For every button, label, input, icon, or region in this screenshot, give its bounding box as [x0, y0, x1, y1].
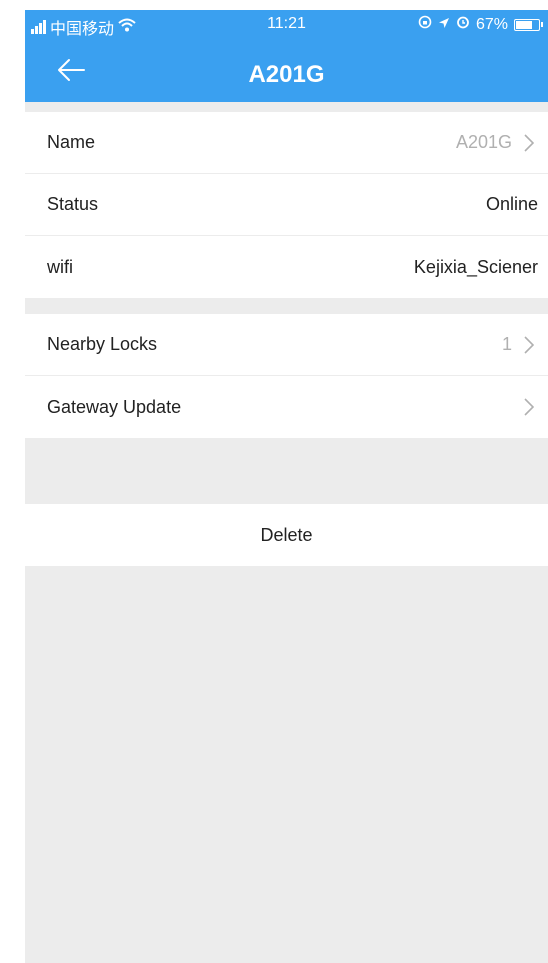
name-label: Name	[47, 132, 96, 152]
chevron-right-icon	[520, 335, 538, 355]
battery-icon	[514, 18, 543, 31]
status-label: Status	[47, 194, 99, 214]
gateway-info-group: Name A201G Status Online wifi Kejixia_Sc…	[25, 112, 548, 298]
location-icon	[438, 16, 450, 34]
nearby-locks-label: Nearby Locks	[47, 334, 158, 354]
gateway-actions-group: Nearby Locks 1 Gateway Update	[25, 314, 548, 438]
wifi-row: wifi Kejixia_Sciener	[25, 236, 548, 298]
name-row[interactable]: Name A201G	[25, 112, 548, 174]
wifi-label: wifi	[47, 256, 73, 277]
alarm-icon	[456, 15, 470, 34]
status-bar: 中国移动 11:21 67%	[25, 10, 548, 38]
battery-percent: 67%	[475, 15, 508, 33]
gateway-update-label: Gateway Update	[47, 396, 182, 417]
status-row: Status Online	[25, 174, 548, 236]
delete-group: Delete	[25, 504, 548, 566]
name-value: A201G	[455, 132, 512, 152]
nearby-locks-row[interactable]: Nearby Locks 1	[25, 314, 548, 376]
gateway-update-row[interactable]: Gateway Update	[25, 376, 548, 438]
status-right: 67%	[418, 15, 543, 34]
header: 中国移动 11:21 67% A201G	[25, 10, 548, 102]
lock-rotation-icon	[418, 15, 432, 34]
chevron-right-icon	[520, 133, 538, 153]
nav-bar: A201G	[25, 44, 548, 102]
wifi-value: Kejixia_Sciener	[413, 256, 538, 277]
delete-button[interactable]: Delete	[25, 504, 548, 566]
nearby-locks-count: 1	[501, 334, 512, 354]
chevron-right-icon	[520, 397, 538, 417]
status-value: Online	[485, 194, 538, 214]
phone-screen: 中国移动 11:21 67% A201G Name A201G Status O…	[25, 10, 548, 963]
page-title: A201G	[248, 61, 325, 88]
